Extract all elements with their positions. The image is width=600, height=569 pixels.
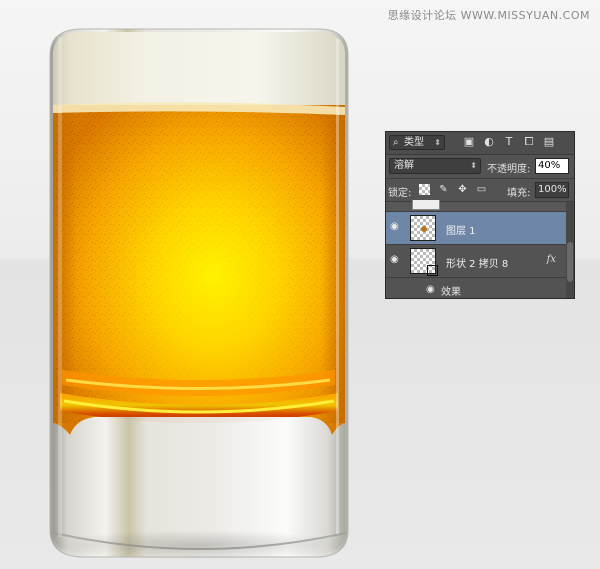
layers-scrollbar[interactable] [566, 202, 574, 298]
scrollbar-thumb[interactable] [567, 242, 573, 282]
layer-effects-row[interactable]: ◉ 效果 [386, 278, 568, 298]
glass-shadow [50, 530, 350, 560]
layer-name: 图层 1 [446, 226, 476, 237]
layer-content-preview [421, 226, 427, 232]
lock-label: 锁定: [388, 188, 412, 199]
fill-label: 填充: [507, 188, 531, 199]
beer-glass-illustration [40, 25, 360, 565]
effects-label: 效果 [441, 287, 461, 298]
site-watermark: 思缘设计论坛 WWW.MISSYUAN.COM [387, 9, 590, 22]
chevron-updown-icon: ⬍ [434, 138, 441, 147]
lock-all-icon[interactable]: ▭ [476, 184, 487, 195]
layer-thumbnail [412, 200, 440, 210]
lock-paint-brush-icon[interactable]: ✎ [438, 184, 449, 195]
smart-object-filter-icon[interactable]: ▤ [543, 136, 555, 148]
layers-list: ◉ 图层 1 ◉ 形状 2 拷贝 8 fx ◉ 效果 [386, 200, 574, 298]
lock-position-move-icon[interactable]: ✥ [457, 184, 468, 195]
layer-thumbnail [410, 215, 436, 241]
opacity-input[interactable]: 40% [535, 158, 569, 174]
opacity-label: 不透明度: [487, 164, 531, 175]
fill-input[interactable]: 100% [535, 182, 569, 198]
lock-fill-bar: 锁定: ✎ ✥ ▭ 填充: 100% [386, 179, 574, 202]
type-filter-icon[interactable]: T [503, 136, 515, 148]
layers-panel: ⌕ 类型 ⬍ ▣ ◐ T ⧠ ▤ 溶解 ⬍ 不透明度: 40% 锁定: ✎ ✥ … [385, 131, 575, 299]
layer-row-layer-1[interactable]: ◉ 图层 1 [386, 212, 568, 245]
layer-row-partial[interactable] [386, 200, 574, 212]
adjustment-filter-icon[interactable]: ◐ [483, 136, 495, 148]
layer-filter-bar: ⌕ 类型 ⬍ ▣ ◐ T ⧠ ▤ [386, 132, 574, 155]
filter-kind-dropdown[interactable]: ⌕ 类型 ⬍ [389, 135, 445, 150]
image-filter-icon[interactable]: ▣ [463, 136, 475, 148]
chevron-updown-icon: ⬍ [470, 161, 477, 170]
eye-visibility-icon[interactable]: ◉ [426, 284, 435, 295]
eye-visibility-icon[interactable]: ◉ [390, 222, 402, 232]
layer-row-shape-2-copy-8[interactable]: ◉ 形状 2 拷贝 8 fx [386, 245, 568, 278]
shape-filter-icon[interactable]: ⧠ [523, 136, 535, 148]
layer-thumbnail [410, 248, 438, 276]
filter-kind-label: 类型 [404, 137, 424, 148]
blend-mode-dropdown[interactable]: 溶解 ⬍ [389, 158, 481, 174]
lock-transparency-icon[interactable] [419, 184, 430, 195]
fx-effects-icon[interactable]: fx [547, 254, 556, 265]
layer-name: 形状 2 拷贝 8 [446, 259, 509, 270]
search-icon: ⌕ [393, 137, 399, 148]
beer-glass-graphic [49, 28, 349, 558]
eye-visibility-icon[interactable]: ◉ [390, 255, 402, 265]
blend-mode-value: 溶解 [394, 160, 414, 171]
vector-shape-badge-icon [427, 265, 438, 276]
blend-opacity-bar: 溶解 ⬍ 不透明度: 40% [386, 154, 574, 179]
